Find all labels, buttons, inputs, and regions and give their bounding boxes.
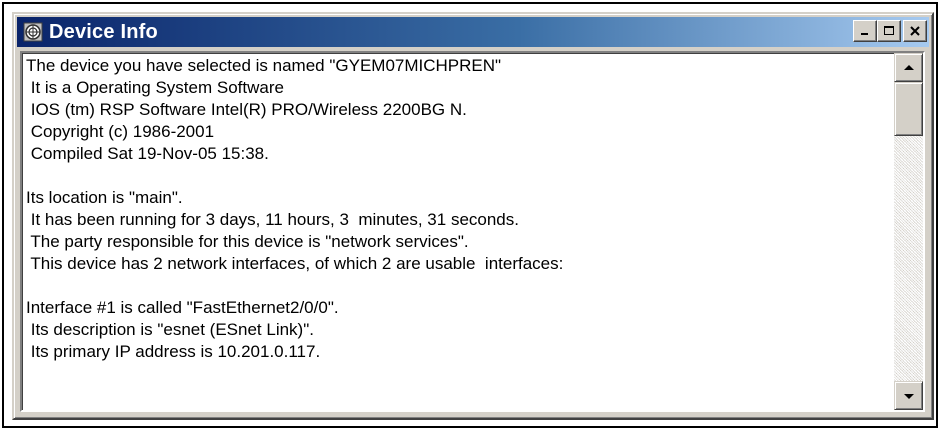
info-line: Interface #1 is called "FastEthernet2/0/…: [26, 298, 339, 317]
info-line: [26, 275, 896, 297]
info-line: It has been running for 3 days, 11 hours…: [26, 210, 519, 229]
info-line: It is a Operating System Software: [26, 78, 284, 97]
info-line: The device you have selected is named "G…: [26, 56, 502, 75]
info-line: Compiled Sat 19-Nov-05 15:38.: [26, 144, 269, 163]
scroll-up-arrow-icon: [903, 64, 914, 70]
close-icon: [910, 26, 920, 36]
device-info-text[interactable]: The device you have selected is named "G…: [24, 55, 896, 410]
scroll-down-arrow-icon: [903, 393, 914, 399]
info-line: Its location is "main".: [26, 188, 183, 207]
info-line: [26, 165, 896, 187]
device-info-window: Device Info The device you have selected…: [12, 12, 934, 420]
scroll-down-button[interactable]: [894, 381, 923, 410]
maximize-button[interactable]: [877, 20, 901, 42]
title-bar[interactable]: Device Info: [17, 17, 929, 47]
info-line: Its primary IP address is 10.201.0.117.: [26, 342, 321, 361]
info-line: Copyright (c) 1986-2001: [26, 122, 215, 141]
info-line: This device has 2 network interfaces, of…: [26, 254, 564, 273]
info-line: IOS (tm) RSP Software Intel(R) PRO/Wirel…: [26, 100, 467, 119]
window-title: Device Info: [49, 20, 158, 43]
minimize-button[interactable]: [853, 20, 877, 42]
minimize-icon: [861, 33, 868, 35]
info-line: Its description is "esnet (ESnet Link)".: [26, 320, 314, 339]
vertical-scrollbar[interactable]: [894, 53, 923, 410]
device-info-text-box[interactable]: The device you have selected is named "G…: [20, 51, 925, 412]
scrollbar-thumb[interactable]: [894, 82, 923, 136]
title-bar-buttons: [853, 20, 927, 42]
info-line: The party responsible for this device is…: [26, 232, 469, 251]
close-button[interactable]: [903, 20, 927, 42]
maximize-icon: [884, 26, 894, 35]
scroll-up-button[interactable]: [894, 53, 923, 82]
app-icon[interactable]: [22, 21, 44, 43]
